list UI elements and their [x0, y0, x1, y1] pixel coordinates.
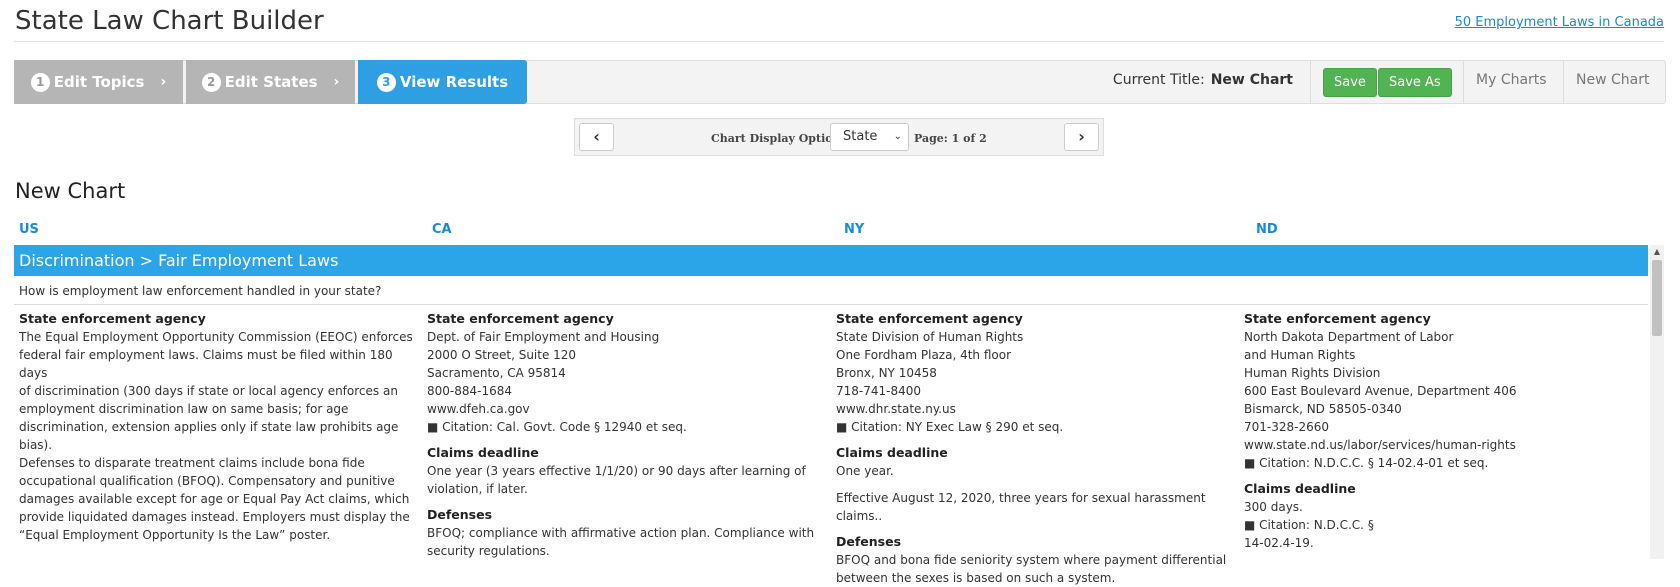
claims-deadline-label: Claims deadline	[1244, 481, 1356, 496]
step-edit-states[interactable]: 2 Edit States ›	[186, 60, 355, 104]
claims-deadline-label: Claims deadline	[427, 445, 539, 460]
cell-text-line: Defenses to disparate treatment claims i…	[19, 456, 365, 470]
agency-label: State enforcement agency	[427, 311, 614, 326]
cell-text-line: 2000 O Street, Suite 120	[427, 348, 577, 362]
title-divider	[14, 41, 1664, 42]
question-divider	[14, 304, 1648, 305]
cell-text-line: federal fair employment laws. Claims mus…	[19, 348, 393, 380]
step-number-badge: 1	[30, 72, 50, 92]
cell-text-line: 300 days.	[1244, 500, 1303, 514]
toolbar-divider	[1563, 61, 1564, 103]
cell-text-line: www.dhr.state.ny.us	[836, 402, 956, 416]
cell-text-line: State Division of Human Rights	[836, 330, 1024, 344]
toolbar-divider	[1310, 61, 1311, 103]
cell-text-line: One year (3 years effective 1/1/20) or 9…	[427, 464, 806, 478]
cell-us: State enforcement agency The Equal Emplo…	[19, 310, 419, 544]
cell-nd: State enforcement agency North Dakota De…	[1244, 310, 1644, 552]
vertical-scrollbar[interactable]: ▲	[1650, 245, 1664, 559]
cell-text-line: Bismarck, ND 58505-0340	[1244, 402, 1402, 416]
cell-text-line: between the sexes is based on such a sys…	[836, 571, 1116, 585]
defenses-label: Defenses	[836, 534, 902, 549]
scroll-thumb[interactable]	[1652, 260, 1662, 336]
cell-text-line: Bronx, NY 10458	[836, 366, 937, 380]
defenses-label: Defenses	[427, 507, 493, 522]
cell-text-line: occupational qualification (BFOQ). Compe…	[19, 474, 395, 488]
step-view-results[interactable]: 3 View Results	[358, 60, 527, 104]
step-edit-topics[interactable]: 1 Edit Topics ›	[14, 60, 183, 104]
cell-text-line: One year.	[836, 464, 894, 478]
cell-text-line: Sacramento, CA 95814	[427, 366, 566, 380]
step-number-badge: 3	[376, 72, 396, 92]
cell-text-line: 14-02.4-19.	[1244, 536, 1314, 550]
cell-ny: State enforcement agency State Division …	[836, 310, 1236, 587]
page-indicator: Page: 1 of 2	[914, 132, 987, 145]
current-title-label: Current Title:	[1112, 72, 1205, 88]
agency-label: State enforcement agency	[19, 311, 206, 326]
claims-deadline-label: Claims deadline	[836, 445, 948, 460]
citation-line: ■ Citation: NY Exec Law § 290 et seq.	[836, 420, 1064, 434]
cell-text-line: 600 East Boulevard Avenue, Department 40…	[1244, 384, 1517, 398]
cell-text-line: security regulations.	[427, 544, 550, 558]
cell-text-line: 800-884-1684	[427, 384, 513, 398]
save-button[interactable]: Save	[1323, 68, 1377, 97]
chevron-right-icon: ›	[160, 74, 167, 90]
step-label: Edit States	[224, 73, 318, 91]
cell-text-line: provide liquidated damages instead. Empl…	[19, 510, 410, 524]
canada-laws-link[interactable]: 50 Employment Laws in Canada	[1455, 15, 1664, 30]
cell-text-line: 701-328-2660	[1244, 420, 1330, 434]
column-header-ca[interactable]: CA	[432, 222, 452, 237]
page-title: State Law Chart Builder	[15, 6, 324, 36]
cell-text-line: 718-741-8400	[836, 384, 922, 398]
step-number-badge: 2	[201, 72, 221, 92]
chart-title: New Chart	[15, 179, 126, 203]
cell-text-line: discrimination, extension applies only i…	[19, 420, 399, 452]
question-text: How is employment law enforcement handle…	[19, 284, 382, 298]
column-header-us[interactable]: US	[19, 222, 39, 237]
current-title: Current Title: New Chart	[1113, 72, 1293, 88]
cell-text-line: BFOQ and bona fide seniority system wher…	[836, 553, 1227, 567]
cell-text-line: Dept. of Fair Employment and Housing	[427, 330, 660, 344]
citation-line: ■ Citation: N.D.C.C. §	[1244, 518, 1374, 532]
citation-line: ■ Citation: Cal. Govt. Code § 12940 et s…	[427, 420, 687, 434]
cell-ca: State enforcement agency Dept. of Fair E…	[427, 310, 827, 560]
chevron-down-icon: ⌄	[893, 131, 902, 142]
step-label: Edit Topics	[53, 73, 145, 91]
prev-page-button[interactable]: ‹	[579, 123, 614, 151]
cell-text-line: www.state.nd.us/labor/services/human-rig…	[1244, 438, 1516, 452]
scroll-up-arrow-icon[interactable]: ▲	[1650, 245, 1664, 259]
wizard-toolbar: 1 Edit Topics › 2 Edit States › 3 View R…	[14, 60, 1666, 104]
section-header: Discrimination > Fair Employment Laws	[14, 245, 1648, 276]
step-label: View Results	[399, 73, 509, 91]
column-header-ny[interactable]: NY	[844, 222, 864, 237]
column-header-nd[interactable]: ND	[1256, 222, 1278, 237]
current-title-value: New Chart	[1210, 72, 1293, 88]
cell-text-line: damages available except for age or Equa…	[19, 492, 410, 506]
next-page-button[interactable]: ›	[1064, 123, 1099, 151]
chart-display-options: ‹ Chart Display Options: State ⌄ Page: 1…	[574, 118, 1104, 156]
new-chart-link[interactable]: New Chart	[1576, 72, 1649, 88]
cell-text-line: Effective August 12, 2020, three years f…	[836, 491, 1206, 523]
save-as-button[interactable]: Save As	[1378, 68, 1452, 97]
citation-line: ■ Citation: N.D.C.C. § 14-02.4-01 et seq…	[1244, 456, 1489, 470]
chevron-right-icon: ›	[333, 74, 340, 90]
cell-text-line: BFOQ; compliance with affirmative action…	[427, 526, 815, 540]
toolbar-divider	[1463, 61, 1464, 103]
cell-text-line: employment discrimination law on same ba…	[19, 402, 349, 416]
cell-text-line: The Equal Employment Opportunity Commiss…	[19, 330, 413, 344]
cell-text-line: of discrimination (300 days if state or …	[19, 384, 398, 398]
cell-text-line: One Fordham Plaza, 4th floor	[836, 348, 1012, 362]
my-charts-link[interactable]: My Charts	[1476, 72, 1547, 88]
display-select[interactable]: State ⌄	[830, 123, 909, 151]
display-select-value: State	[843, 129, 878, 144]
cell-text-line: North Dakota Department of Labor	[1244, 330, 1454, 344]
chevron-left-icon: ‹	[593, 127, 600, 146]
cell-text-line: violation, if later.	[427, 482, 528, 496]
cell-text-line: www.dfeh.ca.gov	[427, 402, 530, 416]
agency-label: State enforcement agency	[836, 311, 1023, 326]
cell-text-line: and Human Rights	[1244, 348, 1356, 362]
cell-text-line: Human Rights Division	[1244, 366, 1381, 380]
cell-text-line: “Equal Employment Opportunity Is the Law…	[19, 528, 331, 542]
agency-label: State enforcement agency	[1244, 311, 1431, 326]
chevron-right-icon: ›	[1078, 127, 1085, 146]
